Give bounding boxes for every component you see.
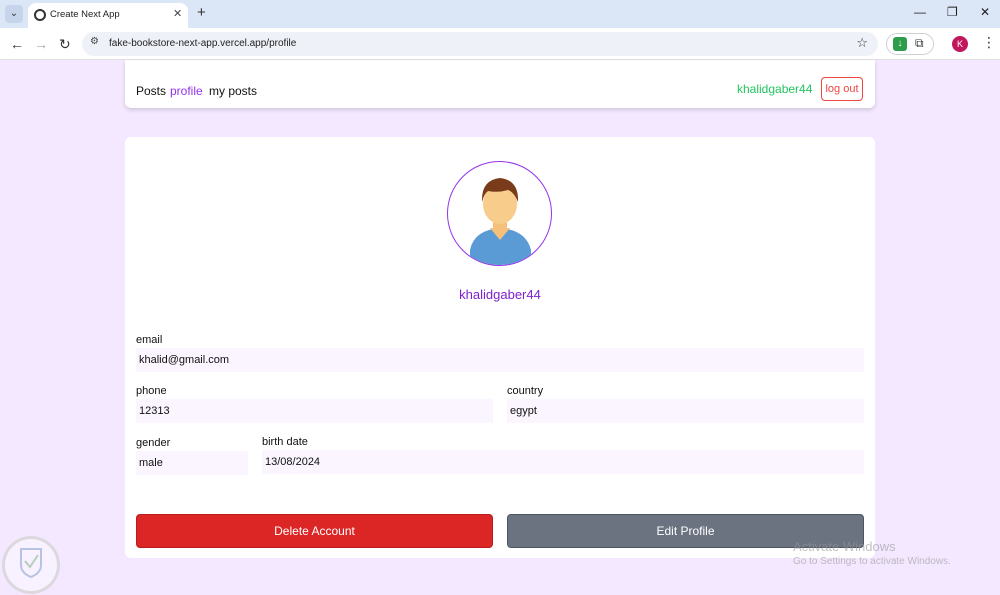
- email-field[interactable]: khalid@gmail.com: [136, 348, 864, 372]
- bookmark-star-icon[interactable]: ☆: [856, 35, 868, 51]
- tab-title: Create Next App: [50, 9, 120, 20]
- download-extension-icon[interactable]: ↓: [893, 37, 907, 51]
- profile-card: khalidgaber44 email khalid@gmail.com pho…: [125, 137, 875, 558]
- extensions-group: ↓ ⧉: [886, 33, 934, 55]
- country-label: country: [507, 385, 544, 397]
- browser-tab[interactable]: Create Next App ✕: [28, 3, 188, 28]
- shield-logo-icon: [2, 536, 60, 594]
- activate-windows-subtitle: Go to Settings to activate Windows.: [793, 556, 951, 567]
- nav-link-posts[interactable]: Posts: [136, 84, 166, 98]
- phone-field[interactable]: 12313: [136, 399, 493, 423]
- browser-profile-avatar[interactable]: K: [952, 36, 968, 52]
- site-info-icon[interactable]: ⚙: [90, 36, 99, 47]
- globe-icon: [34, 9, 46, 21]
- shield-icon: [20, 548, 42, 579]
- logout-button[interactable]: log out: [821, 77, 863, 101]
- email-label: email: [136, 334, 163, 346]
- country-field[interactable]: egypt: [507, 399, 864, 423]
- browser-toolbar: ← → ↻ ⚙ fake-bookstore-next-app.vercel.a…: [0, 28, 1000, 60]
- restore-icon[interactable]: ❐: [947, 5, 958, 19]
- browser-menu-icon[interactable]: ⋮: [982, 34, 996, 51]
- activate-windows-title: Activate Windows: [793, 539, 896, 554]
- extensions-puzzle-icon[interactable]: ⧉: [915, 36, 924, 51]
- back-icon[interactable]: ←: [10, 36, 24, 52]
- forward-icon[interactable]: →: [34, 36, 48, 52]
- url-text[interactable]: fake-bookstore-next-app.vercel.app/profi…: [109, 38, 296, 49]
- reload-icon[interactable]: ↻: [59, 36, 71, 52]
- profile-username: khalidgaber44: [459, 287, 541, 302]
- phone-label: phone: [136, 385, 167, 397]
- tab-search-icon[interactable]: ⌄: [5, 5, 23, 23]
- window-close-icon[interactable]: ✕: [980, 5, 990, 19]
- nav-link-my-posts[interactable]: my posts: [209, 84, 257, 98]
- avatar: [447, 161, 552, 266]
- gender-field[interactable]: male: [136, 451, 248, 475]
- user-avatar-icon: [470, 178, 531, 265]
- minimize-icon[interactable]: —: [914, 5, 926, 19]
- new-tab-icon[interactable]: +: [197, 4, 206, 21]
- birth-date-label: birth date: [262, 436, 308, 448]
- gender-label: gender: [136, 437, 171, 449]
- birth-date-field[interactable]: 13/08/2024: [262, 450, 864, 474]
- address-bar[interactable]: ⚙ fake-bookstore-next-app.vercel.app/pro…: [82, 32, 878, 56]
- tab-close-icon[interactable]: ✕: [173, 7, 182, 20]
- delete-account-button[interactable]: Delete Account: [136, 514, 493, 548]
- header-username: khalidgaber44: [737, 82, 813, 96]
- nav-link-profile[interactable]: profile: [170, 84, 203, 98]
- browser-tab-bar: ⌄ Create Next App ✕ + — ❐ ✕: [0, 0, 1000, 28]
- app-header: Posts profile my posts khalidgaber44 log…: [125, 60, 875, 108]
